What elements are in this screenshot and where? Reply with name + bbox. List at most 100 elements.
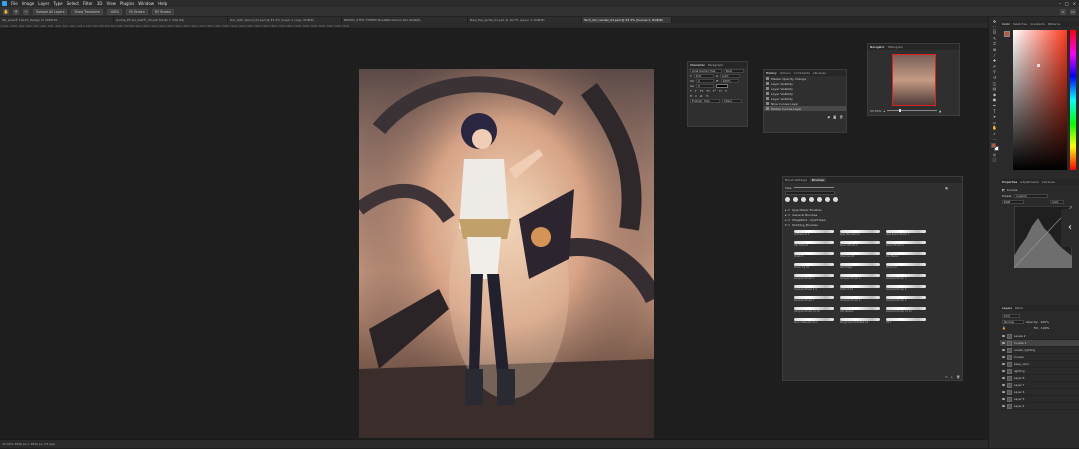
blur-tool-icon[interactable]: ◆	[992, 92, 998, 97]
baseline-field[interactable]: 0	[695, 83, 714, 88]
new-group-icon[interactable]: ▭	[945, 375, 948, 379]
lasso-tool-icon[interactable]: ʘ	[992, 31, 998, 35]
tab-actions[interactable]: Actions	[780, 71, 791, 75]
channel-dropdown[interactable]: RGB	[1002, 199, 1024, 204]
auto-button[interactable]: Auto	[1050, 199, 1064, 204]
quick-select-tool-icon[interactable]: ✎	[992, 36, 998, 41]
tab-adjustments[interactable]: Adjustments	[1020, 180, 1039, 184]
brush-preset[interactable]: Charcoal 19	[840, 250, 880, 259]
move-tool-icon[interactable]: ✥	[992, 20, 998, 24]
anti-alias-field[interactable]: Sharp	[722, 98, 742, 103]
brush-preset[interactable]: Round Brush 3	[886, 239, 926, 248]
blend-mode-dropdown[interactable]: Normal	[1002, 319, 1024, 324]
foreground-color-swatch[interactable]	[990, 143, 996, 149]
menu-image[interactable]: Image	[22, 1, 35, 6]
all-caps-icon[interactable]: TT	[700, 89, 704, 93]
layer-row[interactable]: Layer 8	[1000, 375, 1079, 382]
fraction-icon[interactable]: ½	[705, 94, 708, 98]
brush-preset[interactable]: Sampled Brush 3	[886, 272, 926, 281]
menu-select[interactable]: Select	[67, 1, 79, 6]
panel-collapse-chevron-icon[interactable]: ‹	[1061, 209, 1079, 247]
navigator-preview-image[interactable]	[891, 54, 936, 106]
minimize-icon[interactable]: –	[1059, 1, 1061, 6]
zoom-level-field[interactable]: 100%	[106, 8, 123, 15]
zoom-in-icon[interactable]: +	[13, 8, 19, 15]
tab-properties[interactable]: Properties	[1002, 180, 1017, 184]
frame-tool-icon[interactable]: ⊠	[992, 47, 998, 52]
menu-file[interactable]: File	[11, 1, 18, 6]
shape-tool-icon[interactable]: ▭	[992, 120, 998, 125]
visibility-eye-icon[interactable]	[1002, 349, 1005, 351]
fill-value[interactable]: 100%	[1041, 326, 1050, 330]
recent-brush-6[interactable]	[825, 197, 830, 202]
camera-icon[interactable]: ◙	[833, 115, 836, 119]
brush-folder-open[interactable]: ▾ ▭ Painting_Brushes	[783, 222, 962, 227]
brush-preset[interactable]: Sampled Brush 2	[840, 272, 880, 281]
search-icon[interactable]: ⌕	[1060, 8, 1066, 15]
subscript-icon[interactable]: T₁	[719, 89, 722, 93]
dodge-tool-icon[interactable]: ●	[992, 98, 998, 102]
recent-brush-5[interactable]	[817, 197, 822, 202]
clone-stamp-tool-icon[interactable]: ⚲	[992, 70, 998, 74]
tab-color[interactable]: Color	[1002, 22, 1010, 26]
brush-preset[interactable]: Dry Media	[886, 250, 926, 259]
maximize-icon[interactable]: □	[1065, 1, 1069, 6]
brush-preset[interactable]: Rough Round Bristle 14	[840, 316, 880, 325]
ligature-icon[interactable]: fi	[690, 94, 692, 98]
recent-brush-4[interactable]	[809, 197, 814, 202]
pen-tool-icon[interactable]: ✒	[992, 103, 998, 108]
tab-paths[interactable]: Paths	[1015, 306, 1023, 310]
layer-row[interactable]: Curves	[1000, 354, 1079, 361]
fit-screen-button[interactable]: Fit Screen	[126, 8, 148, 15]
recent-brush-2[interactable]	[793, 197, 798, 202]
delete-brush-icon[interactable]: 🗑	[956, 375, 960, 379]
tab-patterns[interactable]: Patterns	[1048, 22, 1060, 26]
ornament-icon[interactable]: ơ	[695, 94, 697, 98]
color-picker-field[interactable]	[1013, 30, 1067, 170]
brush-preset[interactable]: Kyle Hard Round	[840, 228, 880, 237]
zoom-out-mountain-icon[interactable]: ▴	[883, 109, 885, 113]
brush-preset[interactable]: Sampled Brush 1	[794, 272, 834, 281]
opacity-value[interactable]: 100%	[1040, 320, 1049, 324]
brush-preset[interactable]: Round Blender 80 1	[794, 316, 834, 325]
brush-preset[interactable]: Soft Round 1	[794, 228, 834, 237]
tab-navigator[interactable]: Navigator	[870, 45, 885, 49]
marquee-tool-icon[interactable]: ⬚	[992, 25, 998, 30]
tracking-field[interactable]: 0	[695, 78, 714, 83]
zoom-tool-icon[interactable]: ⌕	[992, 131, 998, 136]
stylistic-icon[interactable]: st	[700, 94, 703, 98]
type-tool-icon[interactable]: T	[992, 109, 998, 114]
recent-brush-3[interactable]	[801, 197, 806, 202]
menu-type[interactable]: Type	[53, 1, 62, 6]
tab-gradients[interactable]: Gradients	[1030, 22, 1045, 26]
brush-preset[interactable]: Sampled Brush 12 11	[886, 305, 926, 314]
tab-brush-settings[interactable]: Brush Settings	[785, 178, 807, 182]
eyedropper-tool-icon[interactable]: ⁄	[992, 53, 998, 58]
history-brush-tool-icon[interactable]: ↺	[992, 75, 998, 80]
visibility-eye-icon[interactable]	[1002, 398, 1005, 400]
font-style-field[interactable]: Bold	[724, 68, 744, 73]
brush-preset[interactable]: Sampled Brush 7	[794, 294, 834, 303]
tab-histogram[interactable]: Histogram	[888, 45, 904, 49]
brush-preset[interactable]: Sampled Brush 4 4	[794, 283, 834, 292]
brush-preset[interactable]: Brush Tip 32	[794, 261, 834, 270]
visibility-eye-icon[interactable]	[1002, 405, 1005, 407]
preset-dropdown[interactable]: Custom	[1014, 193, 1049, 198]
gradient-tool-icon[interactable]: ▤	[992, 87, 998, 91]
tab-character[interactable]: Character	[690, 63, 705, 67]
superscript-icon[interactable]: T¹	[713, 89, 716, 93]
brush-tool-icon[interactable]: ✐	[992, 64, 998, 69]
healing-tool-icon[interactable]: ✚	[992, 59, 998, 63]
eraser-tool-icon[interactable]: ◫	[992, 81, 998, 86]
recent-brush-7[interactable]	[833, 197, 838, 202]
menu-layer[interactable]: Layer	[38, 1, 49, 6]
color-panel-foreground-swatch[interactable]	[1004, 31, 1010, 37]
app-logo-icon[interactable]	[2, 1, 7, 6]
brush-preset[interactable]: Hard Round	[794, 239, 834, 248]
layer-row[interactable]: Levels 2	[1000, 333, 1079, 340]
visibility-eye-icon[interactable]	[1002, 391, 1005, 393]
snapshot-icon[interactable]: ▣	[827, 115, 830, 119]
new-brush-icon[interactable]: ▣	[945, 186, 948, 190]
canvas-artwork-image[interactable]	[359, 69, 654, 438]
hand-tool-icon[interactable]: ✋	[992, 126, 998, 130]
